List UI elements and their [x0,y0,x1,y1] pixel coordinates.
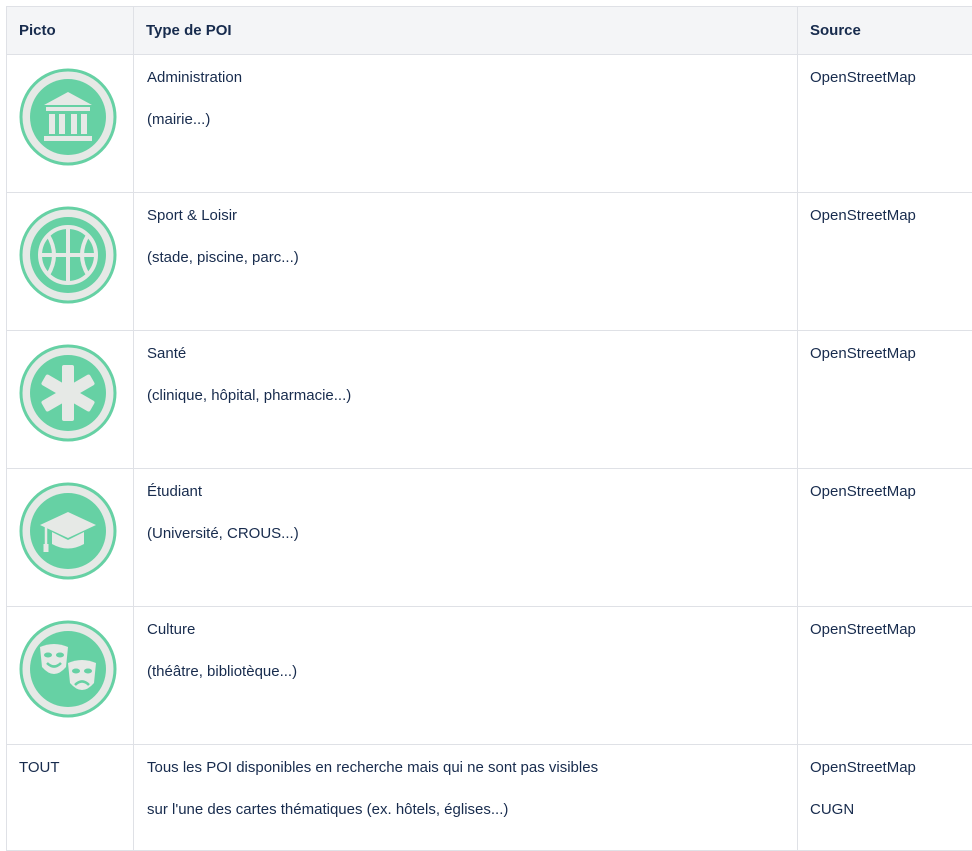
source-cell: OpenStreetMap [798,193,972,331]
theater-masks-icon [18,619,118,719]
type-cell: Étudiant (Université, CROUS...) [134,469,798,607]
picto-cell [7,331,134,469]
table-row: TOUT Tous les POI disponibles en recherc… [7,745,972,851]
picto-cell [7,607,134,745]
header-source: Source [798,7,972,55]
type-cell: Culture (théâtre, bibliotèque...) [134,607,798,745]
type-cell: Santé (clinique, hôpital, pharmacie...) [134,331,798,469]
type-cell: Tous les POI disponibles en recherche ma… [134,745,798,851]
source-cell: OpenStreetMap [798,607,972,745]
type-cell: Sport & Loisir (stade, piscine, parc...) [134,193,798,331]
table-row: Étudiant (Université, CROUS...) OpenStre… [7,469,972,607]
type-cell: Administration (mairie...) [134,55,798,193]
poi-type-title: Tous les POI disponibles en recherche ma… [147,758,797,778]
header-type: Type de POI [134,7,798,55]
source-cell: OpenStreetMap CUGN [798,745,972,851]
graduation-cap-icon [18,481,118,581]
table-row: Administration (mairie...) OpenStreetMap [7,55,972,193]
source-name: OpenStreetMap [810,482,972,502]
header-picto: Picto [7,7,134,55]
poi-type-title: Culture [147,620,797,640]
table-row: Sport & Loisir (stade, piscine, parc...)… [7,193,972,331]
poi-table: Picto Type de POI Source [6,6,972,851]
table-row: Santé (clinique, hôpital, pharmacie...) … [7,331,972,469]
poi-type-examples: (stade, piscine, parc...) [147,248,797,268]
medical-asterisk-icon [18,343,118,443]
picto-cell [7,193,134,331]
poi-type-title: Santé [147,344,797,364]
source-cell: OpenStreetMap [798,55,972,193]
header-row: Picto Type de POI Source [7,7,972,55]
picto-cell [7,469,134,607]
poi-type-title: Administration [147,68,797,88]
poi-type-title: Étudiant [147,482,797,502]
source-name: CUGN [810,800,972,820]
poi-type-title: Sport & Loisir [147,206,797,226]
source-name: OpenStreetMap [810,68,972,88]
poi-type-examples: (mairie...) [147,110,797,130]
poi-type-examples: sur l'une des cartes thématiques (ex. hô… [147,800,797,820]
poi-type-examples: (théâtre, bibliotèque...) [147,662,797,682]
picto-text: TOUT [19,758,133,778]
source-name: OpenStreetMap [810,344,972,364]
poi-type-examples: (Université, CROUS...) [147,524,797,544]
picto-cell: TOUT [7,745,134,851]
table-row: Culture (théâtre, bibliotèque...) OpenSt… [7,607,972,745]
source-name: OpenStreetMap [810,758,972,778]
source-name: OpenStreetMap [810,206,972,226]
basketball-icon [18,205,118,305]
source-cell: OpenStreetMap [798,331,972,469]
picto-cell [7,55,134,193]
bank-building-icon [18,67,118,167]
source-name: OpenStreetMap [810,620,972,640]
source-cell: OpenStreetMap [798,469,972,607]
poi-type-examples: (clinique, hôpital, pharmacie...) [147,386,797,406]
